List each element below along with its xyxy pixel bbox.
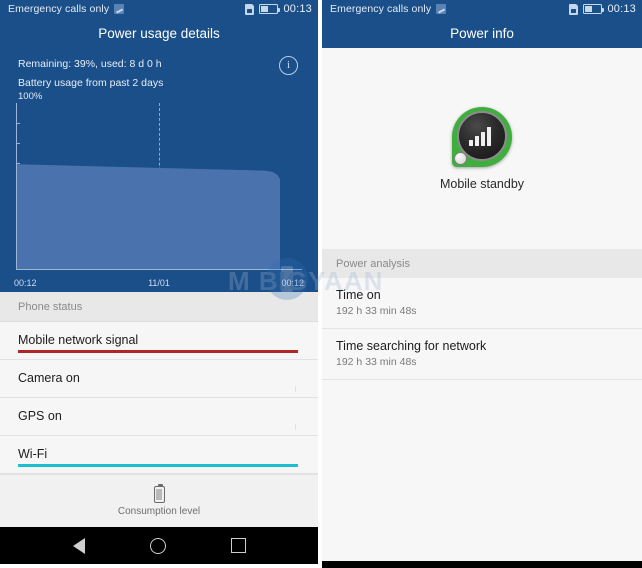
- chart-y-tick: [16, 143, 20, 145]
- chart-battery-level-area: [17, 164, 281, 269]
- list-item-value: 192 h 33 min 48s: [336, 356, 417, 368]
- chart-y-tick: [16, 163, 20, 165]
- clock-label: 00:13: [283, 3, 312, 15]
- power-info-content: Mobile standby Power analysis Time on 19…: [322, 48, 642, 561]
- usage-bar: [18, 464, 298, 467]
- section-header-label: Phone status: [18, 301, 83, 313]
- home-icon[interactable]: [149, 537, 166, 554]
- mobile-standby-signal-icon: [452, 106, 512, 167]
- phone-status-list: Mobile network signal Camera on GPS on W…: [0, 322, 318, 474]
- battery-usage-period-label: Battery usage from past 2 days: [18, 77, 164, 89]
- list-item[interactable]: Time searching for network 192 h 33 min …: [322, 329, 642, 380]
- usage-bar-tick: [295, 424, 296, 430]
- mobile-standby-label: Mobile standby: [439, 176, 525, 191]
- right-screen-power-info: Emergency calls only 00:13 Power info Mo…: [322, 0, 642, 568]
- navigation-bar: [322, 561, 642, 568]
- dual-screenshot-container: Emergency calls only 00:13 Power usage d…: [0, 0, 642, 568]
- back-icon[interactable]: [72, 537, 85, 554]
- no-signal-icon: [436, 4, 447, 14]
- battery-summary: Remaining: 39%, used: 8 d 0 h Battery us…: [0, 48, 318, 89]
- clock-label: 00:13: [607, 3, 636, 15]
- app-bar: Power info: [322, 18, 642, 48]
- chart-y-axis: [16, 103, 17, 270]
- chart-y-axis-max-label: 100%: [18, 91, 43, 102]
- empty-space: [322, 380, 642, 561]
- list-item-title: Time on: [336, 288, 381, 302]
- list-item[interactable]: GPS on: [0, 398, 318, 436]
- list-item-title: Time searching for network: [336, 339, 487, 353]
- battery-icon: [259, 4, 281, 14]
- chart-x-tick-label: 11/01: [148, 278, 170, 288]
- app-bar: Power usage details: [0, 18, 318, 48]
- battery-icon: [583, 4, 605, 14]
- list-item[interactable]: Camera on: [0, 360, 318, 398]
- chart-y-tick: [16, 123, 20, 125]
- sim-card-icon: [245, 3, 255, 15]
- power-analysis-list: Time on 192 h 33 min 48s Time searching …: [322, 278, 642, 380]
- status-bar-right: 00:13: [569, 3, 636, 15]
- battery-usage-chart: 100% 00:12 11/01 00:12: [0, 89, 318, 292]
- status-bar: Emergency calls only 00:13: [322, 0, 642, 18]
- no-signal-icon: [114, 4, 125, 14]
- recents-icon[interactable]: [230, 538, 246, 553]
- list-item[interactable]: Mobile network signal: [0, 322, 318, 360]
- section-header-power-analysis: Power analysis: [322, 249, 642, 278]
- usage-bar-tick: [295, 386, 296, 392]
- list-item-label: Wi-Fi: [18, 447, 48, 461]
- list-item-label: Camera on: [18, 371, 80, 385]
- chart-x-tick-labels: 00:12 11/01 00:12: [14, 278, 304, 288]
- carrier-label: Emergency calls only: [8, 3, 110, 15]
- chart-x-tick-label: 00:12: [14, 278, 37, 288]
- list-item-value: 192 h 33 min 48s: [336, 305, 417, 317]
- info-glyph: i: [286, 59, 291, 71]
- chart-plot-area: [16, 103, 302, 270]
- usage-bar: [18, 350, 298, 353]
- status-bar-right: 00:13: [245, 3, 312, 15]
- section-header-phone-status: Phone status: [0, 292, 318, 322]
- list-item[interactable]: Time on 192 h 33 min 48s: [322, 278, 642, 329]
- battery-level-icon: [153, 483, 165, 503]
- mobile-standby-hero: Mobile standby: [322, 48, 642, 249]
- carrier-label: Emergency calls only: [330, 3, 432, 15]
- list-item-label: Mobile network signal: [18, 333, 139, 347]
- legend-label: Consumption level: [117, 505, 201, 517]
- status-bar-left: Emergency calls only: [330, 3, 569, 15]
- section-header-label: Power analysis: [336, 258, 410, 270]
- consumption-level-legend: Consumption level: [0, 474, 318, 527]
- page-title: Power usage details: [98, 25, 220, 41]
- page-title: Power info: [450, 25, 514, 41]
- sim-card-icon: [569, 3, 579, 15]
- info-icon[interactable]: i: [279, 56, 298, 75]
- chart-x-tick-label: 00:12: [281, 278, 304, 288]
- list-item[interactable]: Wi-Fi: [0, 436, 318, 474]
- status-bar: Emergency calls only 00:13: [0, 0, 318, 18]
- list-item-label: GPS on: [18, 409, 62, 423]
- navigation-bar: [0, 527, 318, 564]
- status-bar-left: Emergency calls only: [8, 3, 245, 15]
- left-screen-power-usage-details: Emergency calls only 00:13 Power usage d…: [0, 0, 318, 568]
- battery-remaining-label: Remaining: 39%, used: 8 d 0 h: [18, 58, 162, 70]
